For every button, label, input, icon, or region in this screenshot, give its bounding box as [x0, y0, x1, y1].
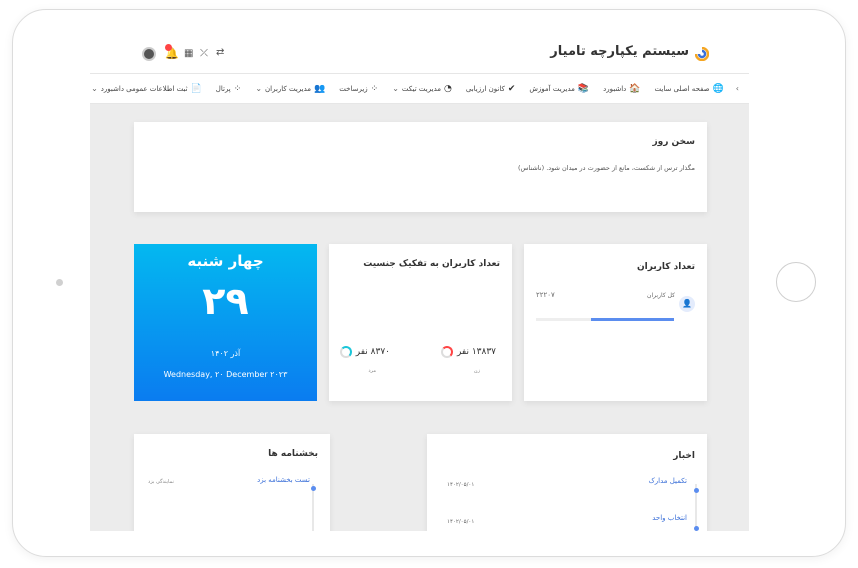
home-button[interactable] [776, 262, 816, 302]
users-value: ۲۲۲۰۷ [536, 291, 555, 299]
nav-label: مدیریت تیکت [401, 84, 441, 93]
document-icon: 📄 [190, 83, 202, 94]
user-check-icon: ✔ [507, 83, 516, 94]
home-icon: 🏠 [629, 83, 641, 94]
day-number: ۲۹ [202, 279, 249, 323]
quote-text: مگذار ترس از شکست، مانع از حضورت در میدا… [517, 164, 695, 172]
notification-badge [165, 44, 172, 51]
chevron-down-icon: ⌄ [255, 84, 263, 93]
timeline-dot [310, 486, 316, 491]
nav-label: مدیریت آموزش [529, 84, 575, 93]
chevron-down-icon: ⌄ [392, 84, 399, 93]
users-progress [536, 318, 674, 321]
nav-portal[interactable]: ⁘ پرتال [216, 84, 242, 94]
news-item[interactable]: تکمیل مدارک [648, 477, 687, 485]
brand-title: سیستم یکپارچه تامیار [550, 44, 689, 59]
news-date: ۱۴۰۲/۰۵/۰۱ [447, 482, 475, 488]
chevron-down-icon: ⌄ [91, 84, 98, 93]
top-bar: سیستم یکپارچه تامیار 🔔 ▦ ⤫ ⇄ [90, 36, 749, 74]
circular-item[interactable]: تست بخشنامه بزد [257, 476, 310, 484]
circulars-card: بخشنامه ها تست بخشنامه بزد نمایندگی بزد [134, 434, 330, 531]
male-stat: ۸۳۷۰ نفر [339, 346, 390, 358]
books-icon: 📚 [577, 83, 590, 94]
news-date: ۱۴۰۲/۰۵/۰۱ [447, 519, 475, 525]
nav-home-site[interactable]: 🌐 صفحه اصلی سایت [655, 84, 724, 94]
weekday: چهار شنبه [187, 252, 264, 270]
logo-icon [695, 47, 709, 61]
nav-label: پرتال [215, 84, 231, 93]
news-title: اخبار [673, 451, 695, 461]
users-label: کل کاربران [647, 292, 675, 299]
nav-label: صفحه اصلی سایت [654, 84, 710, 93]
nav-public-info[interactable]: 📄 ثبت اطلاعات عمومی داشبورد ⌄ [91, 84, 202, 94]
nav-infrastructure[interactable]: ⁘ زیرساخت [339, 84, 378, 94]
nav-users[interactable]: 👥 مدیریت کاربران ⌄ [255, 84, 325, 94]
nav-prev-icon[interactable]: ‹ [736, 84, 739, 93]
switch-icon[interactable]: ⇄ [216, 47, 224, 58]
nav-dashboard[interactable]: 🏠 داشبورد [603, 84, 640, 94]
ring-icon [440, 346, 453, 358]
dots-icon: ⁘ [370, 83, 379, 94]
nav-assessment[interactable]: ✔ کانون ارزیابی [466, 84, 516, 94]
gender-card: تعداد کاربران به تفکیک جنسیت ۱۳۸۳۷ نفر ز… [329, 244, 512, 401]
gender-title: تعداد کاربران به تفکیک جنسیت [363, 259, 500, 269]
circular-sub: نمایندگی بزد [148, 479, 174, 485]
female-label: زن [473, 368, 480, 374]
persian-month: آذر ۱۴۰۲ [210, 349, 241, 358]
nav-label: ثبت اطلاعات عمومی داشبورد [100, 84, 188, 93]
gregorian-date: Wednesday, ۲۰ December ۲۰۲۳ [163, 370, 288, 379]
user-icon: 👤 [679, 296, 695, 312]
news-item[interactable]: انتخاب واحد [652, 514, 687, 522]
nav-education[interactable]: 📚 مدیریت آموزش [529, 84, 589, 94]
nav-tickets[interactable]: ◔ مدیریت تیکت ⌄ [392, 84, 452, 94]
nav-label: کانون ارزیابی [465, 84, 505, 93]
collapse-icon[interactable]: ⤫ [200, 48, 208, 59]
main-nav: ‹ 🌐 صفحه اصلی سایت 🏠 داشبورد 📚 مدیریت آموزش… [90, 74, 749, 104]
timeline-dot [693, 526, 699, 531]
timeline-line [312, 484, 314, 531]
ring-icon [339, 346, 352, 358]
globe-icon: 🌐 [712, 83, 724, 94]
camera-dot [56, 279, 63, 286]
circulars-title: بخشنامه ها [268, 449, 318, 459]
chat-icon: ◔ [444, 83, 452, 94]
date-card: چهار شنبه ۲۹ آذر ۱۴۰۲ Wednesday, ۲۰ Dece… [134, 244, 317, 401]
female-stat: ۱۳۸۳۷ نفر [440, 346, 496, 358]
nav-label: داشبورد [603, 84, 627, 93]
male-value: ۸۳۷۰ نفر [355, 347, 390, 357]
male-label: مرد [368, 368, 376, 374]
quote-card: سخن روز مگذار ترس از شکست، مانع از حضورت… [134, 122, 707, 212]
nav-label: مدیریت کاربران [265, 84, 312, 93]
app-screen: سیستم یکپارچه تامیار 🔔 ▦ ⤫ ⇄ ‹ 🌐 صفحه اصل… [90, 36, 749, 531]
female-value: ۱۳۸۳۷ نفر [456, 347, 496, 357]
grid-icon[interactable]: ▦ [184, 48, 193, 59]
users-title: تعداد کاربران [636, 262, 695, 272]
quote-title: سخن روز [652, 137, 695, 147]
users-progress-fill [591, 318, 674, 321]
timeline-dot [693, 488, 699, 493]
dots-icon: ⁘ [233, 83, 242, 94]
news-card: اخبار تکمیل مدارک ۱۴۰۲/۰۵/۰۱ انتخاب واحد… [427, 434, 707, 531]
avatar[interactable] [142, 47, 156, 61]
nav-label: زیرساخت [339, 84, 368, 93]
users-icon: 👥 [314, 83, 326, 94]
users-card: تعداد کاربران 👤 کل کاربران ۲۲۲۰۷ [524, 244, 707, 401]
